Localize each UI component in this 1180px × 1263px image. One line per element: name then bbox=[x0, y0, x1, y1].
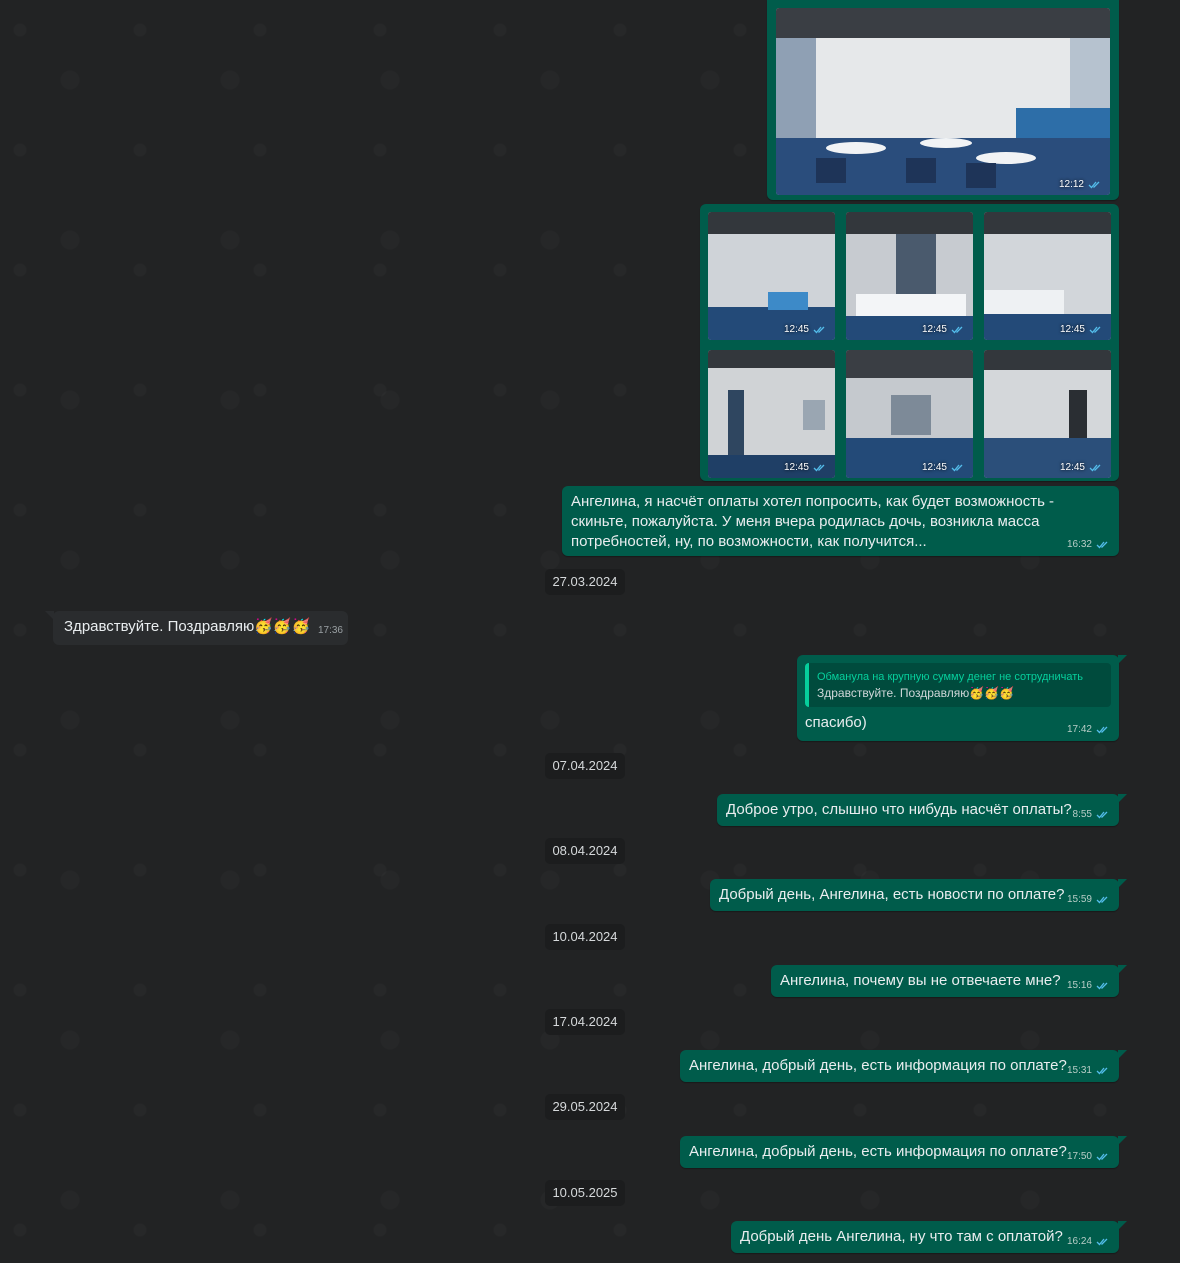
message-meta: 17:42 bbox=[1067, 724, 1110, 735]
message-meta: 17:36 bbox=[317, 625, 343, 636]
message-text: Ангелина, я насчёт оплаты хотел попросит… bbox=[571, 493, 1055, 550]
message-meta: 16:32 bbox=[1067, 539, 1110, 550]
read-ticks-icon bbox=[1089, 463, 1103, 472]
photo-timestamp: 12:45 bbox=[922, 462, 965, 473]
album-photo-1[interactable]: 12:45 bbox=[708, 212, 835, 340]
message-meta: 17:50 bbox=[1067, 1151, 1110, 1162]
photo-message: 12:12 bbox=[767, 0, 1119, 200]
photo-timestamp: 12:45 bbox=[784, 462, 827, 473]
photo-timestamp: 12:45 bbox=[922, 324, 965, 335]
message-text: Ангелина, почему вы не отвечаете мне? bbox=[780, 972, 1061, 989]
read-ticks-icon bbox=[951, 463, 965, 472]
read-ticks-icon bbox=[1096, 1152, 1110, 1161]
read-ticks-icon bbox=[1096, 810, 1110, 819]
message-text: Ангелина, добрый день, есть информация п… bbox=[689, 1057, 1067, 1074]
read-ticks-icon bbox=[813, 325, 827, 334]
photo-timestamp: 12:12 bbox=[1059, 179, 1102, 190]
incoming-message[interactable]: Здравствуйте. Поздравляю🥳🥳🥳 17:36 bbox=[45, 611, 348, 645]
read-ticks-icon bbox=[951, 325, 965, 334]
album-photo-1-image bbox=[708, 212, 835, 340]
quoted-text: Здравствуйте. Поздравляю🥳🥳🥳 bbox=[817, 686, 1015, 700]
outgoing-reply-message[interactable]: Обманула на крупную сумму денег не сотру… bbox=[797, 655, 1127, 741]
message-meta: 8:55 bbox=[1073, 809, 1110, 820]
outgoing-message[interactable]: Ангелина, я насчёт оплаты хотел попросит… bbox=[562, 486, 1119, 556]
photo-timestamp: 12:45 bbox=[1060, 324, 1103, 335]
message-text: Добрый день, Ангелина, есть новости по о… bbox=[719, 886, 1065, 903]
date-separator: 10.04.2024 bbox=[545, 924, 625, 950]
message-meta: 15:59 bbox=[1067, 894, 1110, 905]
album-photo-5-image bbox=[846, 350, 973, 478]
message-text: Доброе утро, слышно что нибудь насчёт оп… bbox=[726, 801, 1072, 818]
date-separator: 07.04.2024 bbox=[545, 753, 625, 779]
message-meta: 15:31 bbox=[1067, 1065, 1110, 1076]
date-separator: 10.05.2025 bbox=[545, 1180, 625, 1206]
date-separator: 27.03.2024 bbox=[545, 569, 625, 595]
message-meta: 16:24 bbox=[1067, 1236, 1110, 1247]
message-text: Здравствуйте. Поздравляю🥳🥳🥳 bbox=[64, 618, 311, 635]
read-ticks-icon bbox=[1089, 325, 1103, 334]
album-photo-3[interactable]: 12:45 bbox=[984, 212, 1111, 340]
read-ticks-icon bbox=[1096, 540, 1110, 549]
album-photo-5[interactable]: 12:45 bbox=[846, 350, 973, 478]
outgoing-message[interactable]: Ангелина, почему вы не отвечаете мне? 15… bbox=[771, 965, 1127, 997]
read-ticks-icon bbox=[1096, 1066, 1110, 1075]
date-separator: 29.05.2024 bbox=[545, 1094, 625, 1120]
photo-timestamp: 12:45 bbox=[1060, 462, 1103, 473]
cafeteria-photo-image bbox=[776, 8, 1110, 195]
message-text: Добрый день Ангелина, ну что там с оплат… bbox=[740, 1228, 1063, 1245]
read-ticks-icon bbox=[1096, 725, 1110, 734]
date-separator: 17.04.2024 bbox=[545, 1009, 625, 1035]
read-ticks-icon bbox=[1088, 180, 1102, 189]
read-ticks-icon bbox=[813, 463, 827, 472]
outgoing-message[interactable]: Ангелина, добрый день, есть информация п… bbox=[680, 1136, 1127, 1168]
quoted-author: Обманула на крупную сумму денег не сотру… bbox=[817, 671, 1084, 683]
outgoing-message[interactable]: Добрый день, Ангелина, есть новости по о… bbox=[710, 879, 1127, 911]
album-photo-2[interactable]: 12:45 bbox=[846, 212, 973, 340]
album-photo-6[interactable]: 12:45 bbox=[984, 350, 1111, 478]
read-ticks-icon bbox=[1096, 895, 1110, 904]
outgoing-message[interactable]: Добрый день Ангелина, ну что там с оплат… bbox=[731, 1221, 1127, 1253]
read-ticks-icon bbox=[1096, 981, 1110, 990]
outgoing-message[interactable]: Ангелина, добрый день, есть информация п… bbox=[680, 1050, 1127, 1082]
message-text: Ангелина, добрый день, есть информация п… bbox=[689, 1143, 1067, 1160]
outgoing-message[interactable]: Доброе утро, слышно что нибудь насчёт оп… bbox=[717, 794, 1127, 826]
message-meta: 15:16 bbox=[1067, 980, 1110, 991]
album-photo-3-image bbox=[984, 212, 1111, 340]
message-text: спасибо) bbox=[805, 714, 867, 731]
album-photo-6-image bbox=[984, 350, 1111, 478]
quoted-message[interactable]: Обманула на крупную сумму денег не сотру… bbox=[805, 663, 1111, 707]
date-separator: 08.04.2024 bbox=[545, 838, 625, 864]
album-photo-2-image bbox=[846, 212, 973, 340]
photo-timestamp: 12:45 bbox=[784, 324, 827, 335]
read-ticks-icon bbox=[1096, 1237, 1110, 1246]
album-photo-4-image bbox=[708, 350, 835, 478]
photo-cafeteria[interactable]: 12:12 bbox=[776, 8, 1110, 195]
photo-album-message: 12:45 12:45 12:45 12:45 12:45 12:45 bbox=[700, 204, 1119, 481]
album-photo-4[interactable]: 12:45 bbox=[708, 350, 835, 478]
